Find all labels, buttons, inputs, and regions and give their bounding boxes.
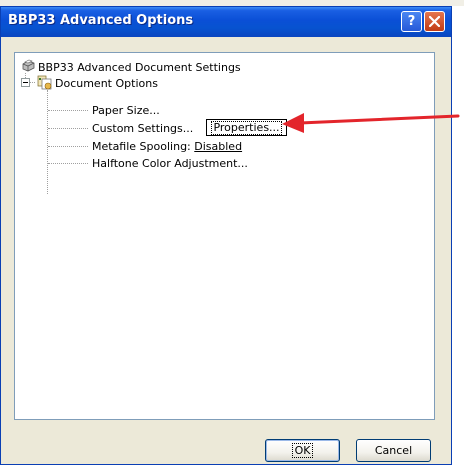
- tree-group-label[interactable]: Document Options: [55, 77, 158, 90]
- title-bar[interactable]: BBP33 Advanced Options ?: [1, 7, 451, 37]
- cancel-button[interactable]: Cancel: [356, 439, 431, 462]
- close-button[interactable]: [424, 11, 445, 32]
- tree-item-metafile-spooling[interactable]: Metafile Spooling: Disabled: [92, 140, 242, 153]
- tree-item-paper-size[interactable]: Paper Size...: [92, 104, 160, 117]
- ok-button-label: OK: [291, 443, 314, 458]
- properties-button-label: Properties...: [211, 120, 282, 135]
- tree-item-halftone-color[interactable]: Halftone Color Adjustment...: [92, 157, 248, 170]
- collapse-toggle[interactable]: [21, 78, 30, 87]
- annotation-arrow-icon: [282, 113, 460, 133]
- help-button[interactable]: ?: [401, 11, 422, 32]
- properties-button[interactable]: Properties...: [206, 119, 287, 136]
- printer-icon: [22, 59, 35, 72]
- advanced-options-dialog: BBP33 Advanced Options ? BBP33 Advanced …: [0, 6, 452, 465]
- tree-connector: [30, 82, 35, 83]
- metafile-spooling-label: Metafile Spooling:: [92, 140, 191, 153]
- tree-connector: [47, 90, 48, 194]
- document-options-icon: [37, 75, 52, 90]
- tree-connector: [48, 163, 88, 164]
- tree-connector: [48, 128, 88, 129]
- metafile-spooling-value[interactable]: Disabled: [194, 140, 242, 153]
- tree-root-label[interactable]: BBP33 Advanced Document Settings: [38, 61, 241, 74]
- tree-connector: [48, 146, 88, 147]
- window-title: BBP33 Advanced Options: [8, 13, 194, 28]
- tree-item-custom-settings[interactable]: Custom Settings...: [92, 122, 193, 135]
- settings-tree[interactable]: BBP33 Advanced Document Settings Documen…: [14, 52, 435, 420]
- ok-button[interactable]: OK: [265, 439, 340, 462]
- close-icon: [429, 16, 440, 27]
- tree-connector: [48, 110, 88, 111]
